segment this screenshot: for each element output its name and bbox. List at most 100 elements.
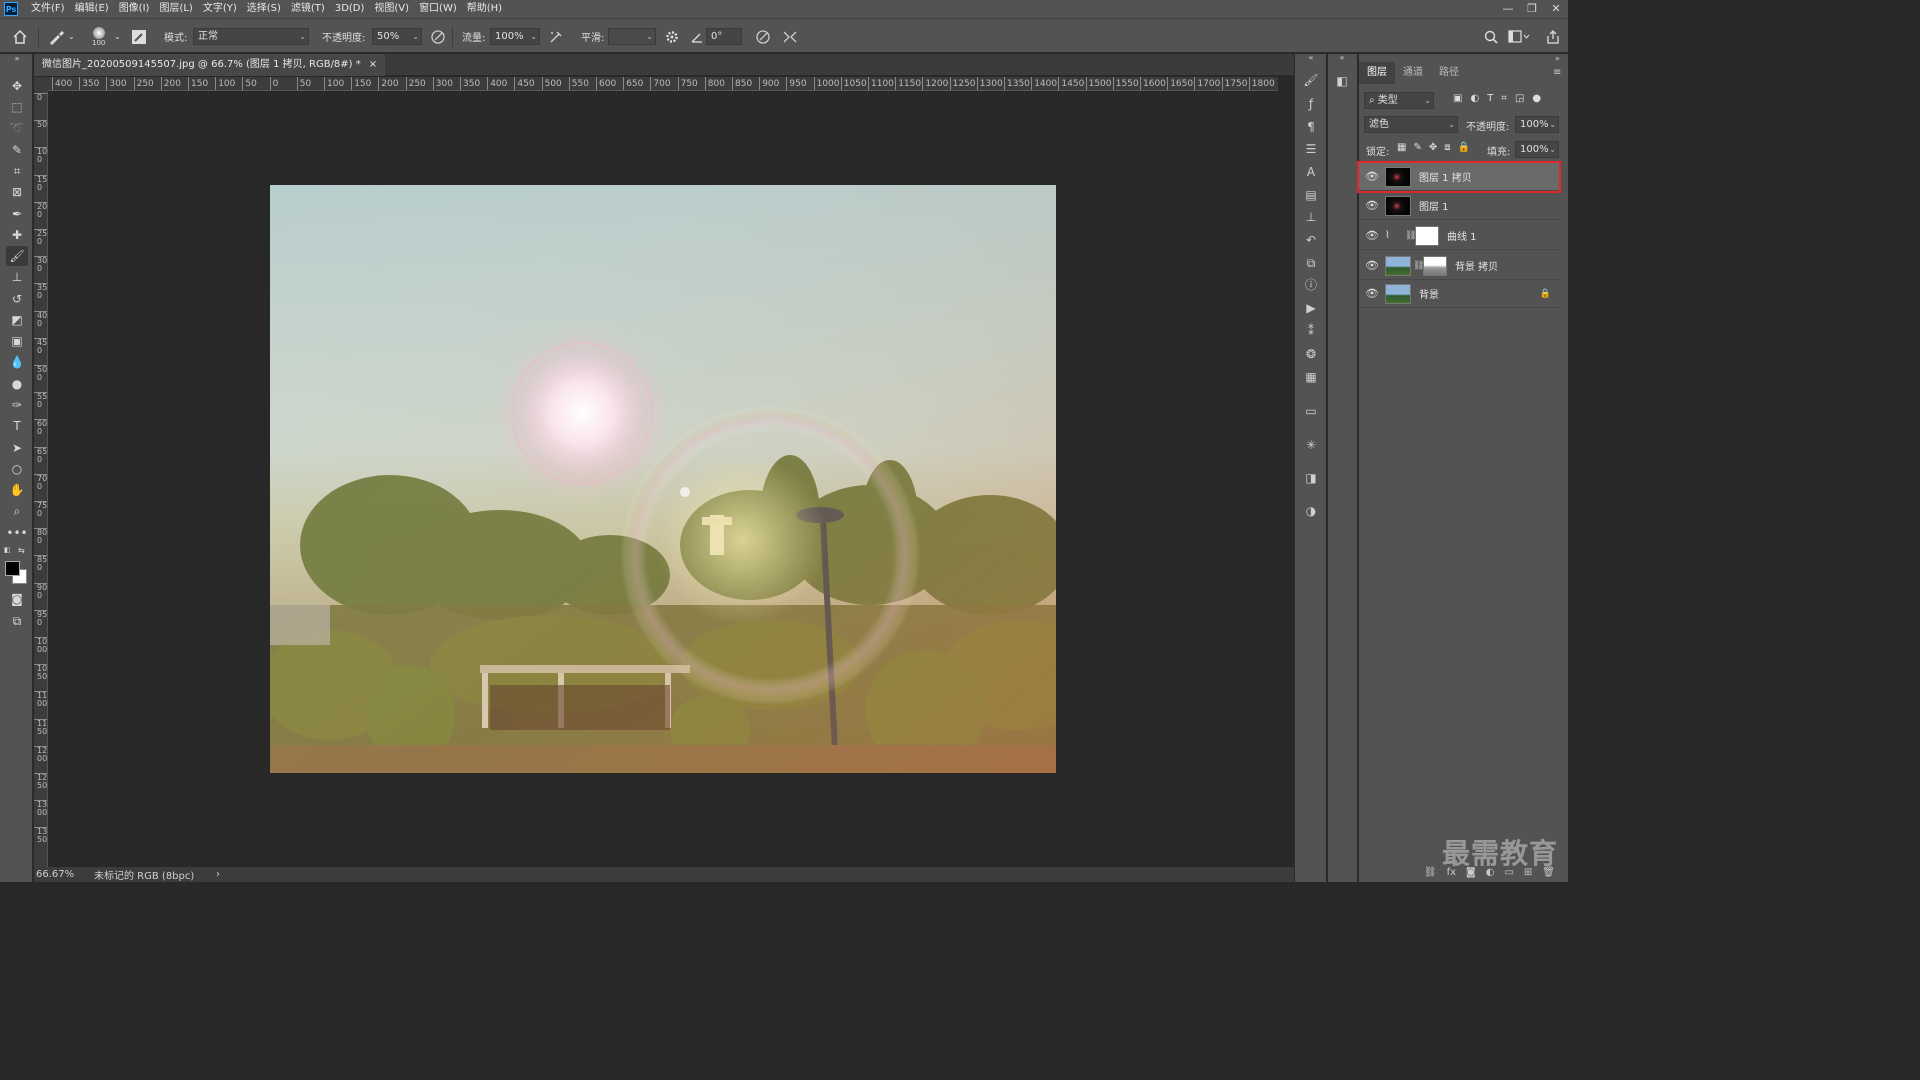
more-icon[interactable]: ••• — [6, 523, 28, 543]
document-tab[interactable]: 微信图片_20200509145507.jpg @ 66.7% (图层 1 拷贝… — [34, 54, 386, 76]
menu-help[interactable]: 帮助(H) — [462, 0, 507, 18]
lock-pixels-icon[interactable]: ✎ — [1413, 142, 1421, 153]
lock-transparent-icon[interactable]: ▦ — [1397, 142, 1406, 153]
info-icon[interactable]: ⓘ — [1303, 277, 1319, 293]
screen-mode-icon[interactable]: ⧉ — [6, 611, 28, 631]
lasso-icon[interactable]: ➰ — [6, 118, 28, 138]
timeline-icon[interactable]: ⁑ — [1303, 323, 1319, 339]
lock-position-icon[interactable]: ✥ — [1429, 142, 1437, 153]
layer-row[interactable]: 👁 图层 1 — [1359, 192, 1559, 220]
layer-name[interactable]: 图层 1 拷贝 — [1419, 169, 1472, 184]
document-image[interactable] — [270, 185, 1056, 773]
swap-colors-icon[interactable]: ⇆ — [18, 546, 28, 555]
marquee-icon[interactable]: ⬚ — [6, 97, 28, 117]
actions-icon[interactable]: ▶ — [1303, 300, 1319, 316]
path-select-icon[interactable]: ➤ — [6, 438, 28, 458]
adjustments-icon[interactable]: ☰ — [1303, 141, 1319, 157]
menu-select[interactable]: 选择(S) — [242, 0, 286, 18]
collapse-icon[interactable]: « — [1303, 54, 1319, 62]
zoom-icon[interactable]: ⌕ — [6, 501, 28, 521]
filter-type-icon[interactable]: T — [1487, 93, 1493, 104]
zoom-level[interactable]: 66.67% — [36, 869, 94, 880]
share-icon[interactable] — [1546, 19, 1560, 54]
filter-shape-icon[interactable]: ⌗ — [1501, 93, 1507, 104]
eraser-icon[interactable]: ◩ — [6, 310, 28, 330]
dodge-icon[interactable]: ● — [6, 374, 28, 394]
lock-all-icon[interactable]: 🔒 — [1458, 142, 1470, 153]
filter-toggle-icon[interactable]: ● — [1532, 93, 1541, 104]
lock-artboard-icon[interactable]: ⧈ — [1444, 142, 1450, 153]
pressure-size-icon[interactable] — [755, 19, 771, 54]
link-layers-icon[interactable]: ⛓ — [1424, 867, 1437, 878]
restore-button[interactable]: ❐ — [1520, 0, 1544, 18]
properties-icon[interactable]: ✳ — [1303, 437, 1319, 453]
pen-icon[interactable]: ✑ — [6, 395, 28, 415]
layer-name[interactable]: 背景 — [1419, 286, 1540, 301]
foreground-color-swatch[interactable] — [5, 561, 20, 576]
search-icon[interactable] — [1484, 19, 1498, 54]
ellipse-icon[interactable]: ○ — [6, 459, 28, 479]
panel-menu-icon[interactable]: ≡ — [1553, 67, 1561, 78]
swatches-icon[interactable]: ◧ — [1334, 73, 1350, 89]
symmetry-icon[interactable] — [782, 19, 798, 54]
layer-filter-select[interactable]: ⌕ 类型 ⌄ — [1364, 92, 1434, 109]
type-icon[interactable]: T — [6, 416, 28, 436]
color-icon[interactable]: ◑ — [1303, 503, 1319, 519]
vertical-ruler[interactable]: 0 50 100 150 200 250 300 350 400 450 500 550 600 650 7… — [34, 91, 48, 867]
layer-row[interactable]: 👁 ⛓ 背景 拷贝 — [1359, 252, 1559, 280]
link-icon[interactable]: ⛓ — [1405, 231, 1416, 241]
3d-icon[interactable]: ❂ — [1303, 346, 1319, 362]
flow-field[interactable]: 100% ⌄ — [490, 28, 540, 45]
menu-3d[interactable]: 3D(D) — [330, 0, 370, 18]
layer-row[interactable]: 👁 ⌇ ⛓ 曲线 1 — [1359, 222, 1559, 250]
eyedropper-icon[interactable]: ✒ — [6, 204, 28, 224]
filter-smart-object-icon[interactable]: ◲ — [1515, 93, 1524, 104]
angle-field[interactable]: 0° — [706, 28, 742, 45]
layer-name[interactable]: 曲线 1 — [1447, 228, 1477, 243]
quick-select-icon[interactable]: ✎ — [6, 140, 28, 160]
quick-mask-icon[interactable]: ◙ — [6, 589, 28, 609]
notes-icon[interactable]: ▭ — [1303, 403, 1319, 419]
ruler-corner[interactable] — [34, 77, 48, 91]
menu-image[interactable]: 图像(I) — [114, 0, 155, 18]
menu-layer[interactable]: 图层(L) — [154, 0, 197, 18]
libraries-icon[interactable]: ⧉ — [1303, 255, 1319, 271]
menu-file[interactable]: 文件(F) — [26, 0, 70, 18]
filter-pixel-icon[interactable]: ▣ — [1453, 93, 1462, 104]
home-icon[interactable] — [12, 19, 28, 54]
layer-name[interactable]: 图层 1 — [1419, 198, 1449, 213]
character-icon[interactable]: A — [1303, 164, 1319, 180]
close-tab-icon[interactable]: × — [369, 54, 377, 76]
layer-name[interactable]: 背景 拷贝 — [1455, 258, 1498, 273]
history-brush-icon[interactable]: ↺ — [6, 289, 28, 309]
workspace-icon[interactable] — [1508, 19, 1530, 54]
crop-icon[interactable]: ⌗ — [6, 161, 28, 181]
frame-icon[interactable]: ⊠ — [6, 182, 28, 202]
eye-icon[interactable]: 👁 — [1359, 229, 1385, 242]
default-colors-icon[interactable]: ◧ — [4, 546, 14, 554]
eye-icon[interactable]: 👁 — [1359, 170, 1385, 183]
hand-icon[interactable]: ✋ — [6, 480, 28, 500]
mode-select[interactable]: 正常 ⌄ — [193, 28, 309, 45]
tab-channels[interactable]: 通道 — [1395, 62, 1431, 84]
clone-source-icon[interactable]: ⊥ — [1303, 209, 1319, 225]
move-icon[interactable]: ✥ — [6, 76, 28, 96]
history-icon[interactable]: ↶ — [1303, 232, 1319, 248]
fill-field[interactable]: 100% ⌄ — [1515, 141, 1559, 158]
layer-row[interactable]: 👁 背景 🔒 — [1359, 280, 1559, 308]
blur-icon[interactable]: 💧 — [6, 352, 28, 372]
layer-comps-icon[interactable]: ◨ — [1303, 470, 1319, 486]
gear-icon[interactable] — [665, 19, 679, 54]
status-arrow-icon[interactable]: › — [216, 869, 220, 880]
brush-size-picker[interactable]: 100 — [92, 19, 105, 54]
blend-mode-select[interactable]: 滤色 ⌄ — [1364, 116, 1458, 133]
brush-preset-icon[interactable]: ⌄ — [48, 19, 75, 54]
tab-paths[interactable]: 路径 — [1431, 62, 1467, 84]
menu-filter[interactable]: 滤镜(T) — [286, 0, 330, 18]
layer-mask-thumbnail[interactable] — [1415, 225, 1439, 246]
horizontal-ruler[interactable]: 400 350 300 250 200 150 100 50 0 50 100 150 200 250 30… — [48, 77, 1278, 91]
menu-window[interactable]: 窗口(W) — [414, 0, 462, 18]
layer-mask-thumbnail[interactable] — [1423, 255, 1447, 276]
stamp-icon[interactable]: ⊥ — [6, 267, 28, 287]
opacity-field[interactable]: 50% ⌄ — [372, 28, 422, 45]
